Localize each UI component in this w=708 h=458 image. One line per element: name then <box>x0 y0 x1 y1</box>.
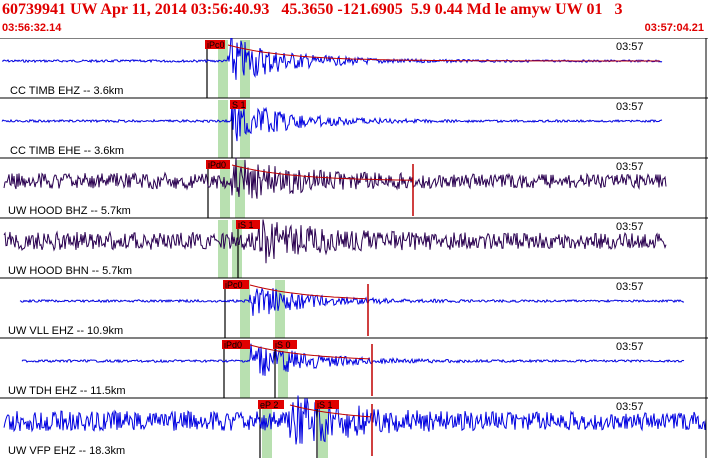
time-label: 03:57 <box>616 221 644 233</box>
pick-label: iPd0 <box>208 160 226 170</box>
station-label: UW TDH EHZ -- 11.5km <box>8 385 126 397</box>
trace-row[interactable]: eP 2 iS 1 03:57 UW VFP EHZ -- 18.3km <box>0 395 708 458</box>
station-label: CC TIMB EHZ -- 3.6km <box>10 85 123 97</box>
pick-label: iS 1 <box>317 400 333 410</box>
pick-window-bar <box>218 220 228 278</box>
pick-label: iPd0 <box>224 340 242 350</box>
pick-label: iS 0 <box>275 340 291 350</box>
start-time: 03:56:32.14 <box>2 22 62 34</box>
event-title: 60739941 UW Apr 11, 2014 03:56:40.93 45.… <box>2 1 623 18</box>
time-label: 03:57 <box>616 161 644 173</box>
coda-envelope <box>249 344 371 360</box>
waveform-trace <box>1 103 663 142</box>
coda-envelope <box>227 44 660 62</box>
time-label: 03:57 <box>616 401 644 413</box>
time-label: 03:57 <box>616 101 644 113</box>
time-label: 03:57 <box>616 341 644 353</box>
station-label: UW VFP EHZ -- 18.3km <box>8 445 125 457</box>
pick-label: iPc0 <box>225 280 243 290</box>
trace-row[interactable]: iPd0 iS 0 03:57 UW TDH EHZ -- 11.5km <box>0 337 708 398</box>
waveform-trace <box>21 343 685 376</box>
waveform-trace <box>1 38 663 80</box>
pick-window-bar <box>275 280 285 338</box>
station-label: CC TIMB EHE -- 3.6km <box>10 145 124 157</box>
station-label: UW HOOD BHZ -- 5.7km <box>8 205 131 217</box>
trace-row[interactable]: iPd0 03:57 UW HOOD BHZ -- 5.7km <box>0 157 708 219</box>
time-label: 03:57 <box>616 281 644 293</box>
pick-label: S 1 <box>232 100 246 110</box>
trace-row[interactable]: iS 1 03:57 UW HOOD BHN -- 5.7km <box>0 217 708 278</box>
seismogram-panel[interactable]: iPc0 03:57 CC TIMB EHZ -- 3.6km S 1 03:57 CC … <box>0 38 708 458</box>
time-label: 03:57 <box>616 41 644 53</box>
pick-window-bar <box>218 100 228 158</box>
station-label: UW VLL EHZ -- 10.9km <box>8 325 123 337</box>
pick-label: iPc0 <box>207 40 225 50</box>
station-label: UW HOOD BHN -- 5.7km <box>8 265 132 277</box>
trace-row[interactable]: iPc0 03:57 UW VLL EHZ -- 10.9km <box>0 277 708 338</box>
waveform-trace <box>3 219 667 264</box>
trace-row[interactable]: iPc0 03:57 CC TIMB EHZ -- 3.6km <box>0 38 708 98</box>
trace-row[interactable]: S 1 03:57 CC TIMB EHE -- 3.6km <box>0 97 708 158</box>
waveform-trace <box>19 287 685 316</box>
pick-label: eP 2 <box>260 400 278 410</box>
end-time: 03:57:04.21 <box>644 22 704 34</box>
waveform-trace <box>3 395 707 445</box>
pick-label: iS 1 <box>238 220 254 230</box>
header: 60739941 UW Apr 11, 2014 03:56:40.93 45.… <box>0 0 708 38</box>
